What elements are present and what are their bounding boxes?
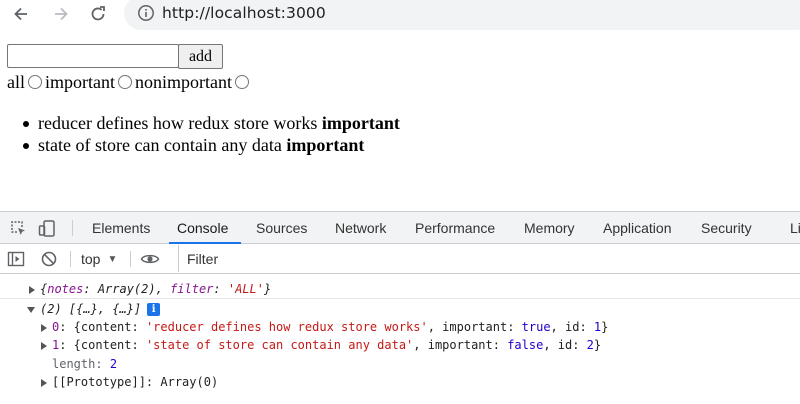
dropdown-arrow-icon: ▼ xyxy=(107,253,118,265)
note-form: add xyxy=(7,44,223,70)
expand-arrow-icon[interactable] xyxy=(41,323,47,332)
clear-console-button[interactable] xyxy=(40,249,58,269)
array-length-line: length: 2 xyxy=(52,357,118,371)
page-content: add all important nonimportant reducer d… xyxy=(0,36,800,211)
devtools-panel: Elements Console Sources Network Perform… xyxy=(0,211,800,404)
note-content: state of store can contain any data xyxy=(38,135,282,155)
array-item-line[interactable]: 1: {content: 'state of store can contain… xyxy=(41,336,601,354)
sidebar-toggle-icon xyxy=(7,251,25,267)
filter-radio-all[interactable] xyxy=(28,75,42,89)
arrow-left-icon xyxy=(14,7,27,21)
collapse-arrow-icon[interactable] xyxy=(27,306,35,313)
filter-label-all: all xyxy=(7,71,25,92)
live-expression-button[interactable] xyxy=(140,249,160,269)
console-message: (2) [{…}, {…}] i 0: {content: 'reducer de… xyxy=(0,300,800,404)
forward-button[interactable] xyxy=(48,1,74,27)
filter-options: all important nonimportant xyxy=(7,71,252,93)
browser-toolbar: http://localhost:3000 xyxy=(0,0,800,30)
filter-label-important: important xyxy=(45,71,115,92)
device-toolbar-icon[interactable] xyxy=(37,218,57,238)
context-label: top xyxy=(81,251,101,267)
add-button[interactable]: add xyxy=(178,44,223,69)
collapsed-object-line[interactable]: {notes: Array(2), filter: 'ALL'} xyxy=(29,280,271,298)
tab-lighthouse[interactable]: Li xyxy=(790,212,800,243)
reload-button[interactable] xyxy=(85,1,111,27)
arrow-right-icon xyxy=(55,7,68,21)
expand-arrow-icon[interactable] xyxy=(41,378,47,387)
reload-icon xyxy=(91,6,105,21)
prototype-line[interactable]: [[Prototype]]: Array(0) xyxy=(41,373,218,391)
console-filter-input[interactable] xyxy=(179,245,800,272)
back-button[interactable] xyxy=(8,1,34,27)
site-info-icon[interactable] xyxy=(137,4,155,22)
note-item[interactable]: reducer defines how redux store works im… xyxy=(23,112,400,134)
filter-radio-important[interactable] xyxy=(118,75,132,89)
note-content: reducer defines how redux store works xyxy=(38,113,318,133)
info-icon[interactable]: i xyxy=(147,303,161,316)
expand-arrow-icon[interactable] xyxy=(41,341,47,350)
tab-console[interactable]: Console xyxy=(168,212,242,244)
eye-icon xyxy=(140,254,160,264)
console-output: {notes: Array(2), filter: 'ALL'} (2) [{…… xyxy=(0,275,800,404)
tab-memory[interactable]: Memory xyxy=(524,212,575,243)
tab-divider xyxy=(72,220,73,236)
note-input[interactable] xyxy=(7,44,179,68)
console-message: {notes: Array(2), filter: 'ALL'} xyxy=(0,279,800,299)
tab-security[interactable]: Security xyxy=(701,212,752,243)
filter-label-nonimportant: nonimportant xyxy=(135,71,232,92)
toolbar-divider xyxy=(130,251,131,267)
url-text: http://localhost:3000 xyxy=(162,4,326,22)
devtools-tab-bar: Elements Console Sources Network Perform… xyxy=(0,212,800,244)
tab-performance[interactable]: Performance xyxy=(415,212,495,243)
context-selector[interactable]: top ▼ xyxy=(81,249,117,269)
tab-network[interactable]: Network xyxy=(335,212,386,243)
console-toolbar: top ▼ xyxy=(0,244,800,274)
array-item-line[interactable]: 0: {content: 'reducer defines how redux … xyxy=(41,318,608,336)
note-important-tag: important xyxy=(286,135,365,155)
tab-sources[interactable]: Sources xyxy=(256,212,307,243)
expand-arrow-icon[interactable] xyxy=(29,285,35,294)
inspect-element-icon[interactable] xyxy=(8,218,28,238)
tab-elements[interactable]: Elements xyxy=(92,212,150,243)
array-summary-line[interactable]: (2) [{…}, {…}] i xyxy=(27,300,161,318)
note-important-tag: important xyxy=(321,113,400,133)
tab-application[interactable]: Application xyxy=(603,212,672,243)
console-filter xyxy=(178,245,800,272)
address-bar[interactable]: http://localhost:3000 xyxy=(124,0,800,30)
clear-console-icon xyxy=(41,251,57,267)
toolbar-divider xyxy=(70,251,71,267)
sidebar-toggle-button[interactable] xyxy=(7,249,25,269)
filter-radio-nonimportant[interactable] xyxy=(235,75,249,89)
notes-list: reducer defines how redux store works im… xyxy=(23,112,400,156)
note-item[interactable]: state of store can contain any data impo… xyxy=(23,134,400,156)
